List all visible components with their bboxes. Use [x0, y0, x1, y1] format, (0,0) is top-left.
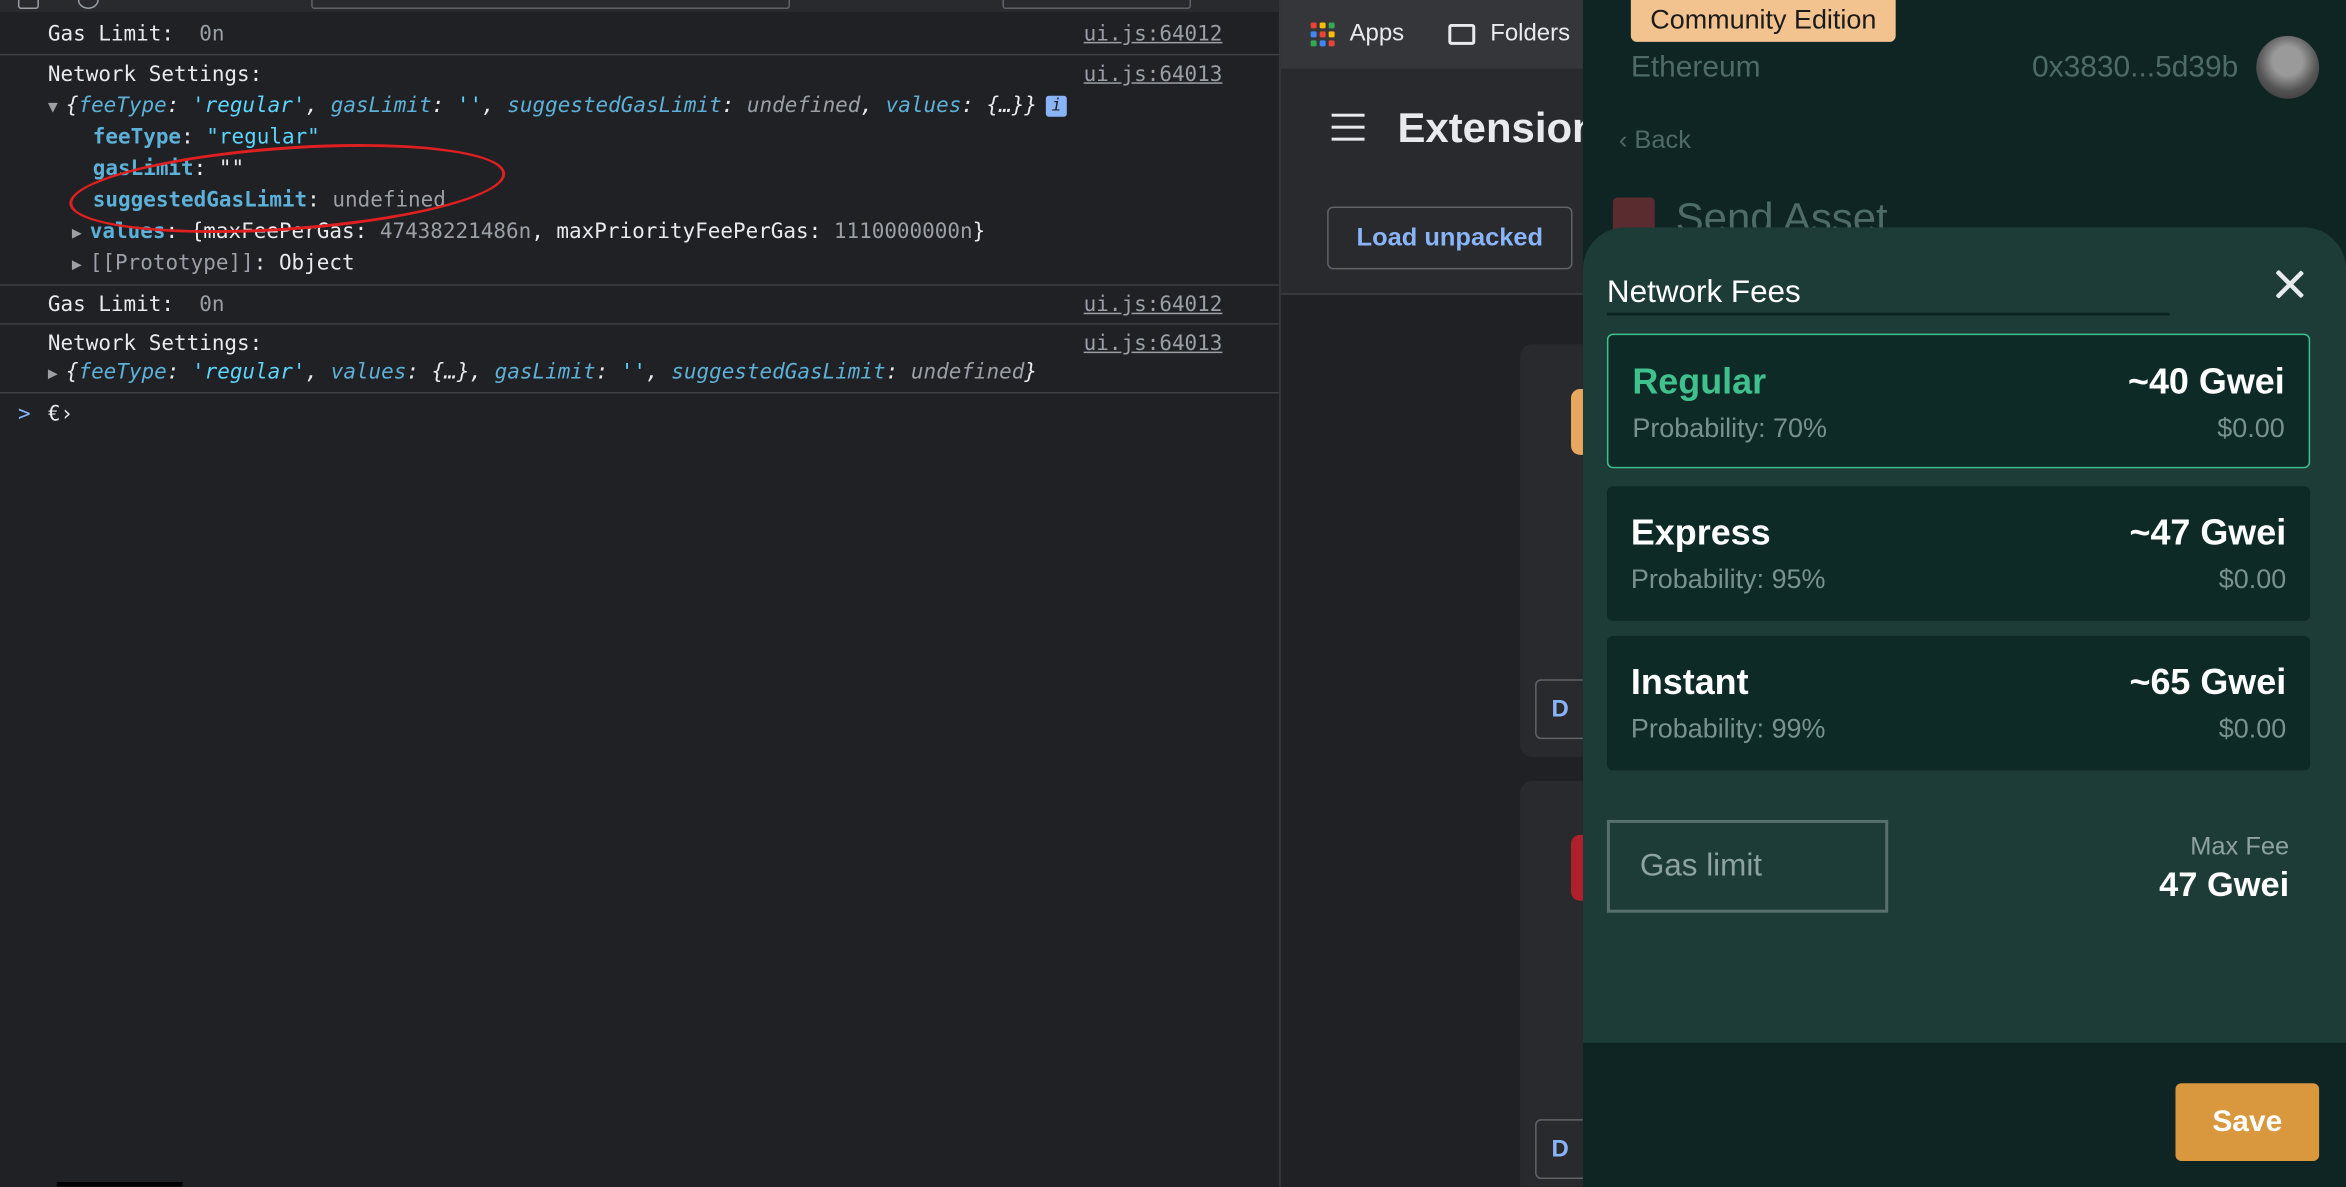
console-message: Gas Limit: 0n ui.js:64012	[0, 15, 1279, 54]
fee-option-instant[interactable]: Instant Probability: 99% ~65 Gwei $0.00	[1606, 635, 2311, 771]
save-button[interactable]: Save	[2175, 1083, 2320, 1162]
sheet-title: Network Fees	[1606, 275, 1801, 310]
fee-gwei: ~47 Gwei	[2129, 513, 2287, 554]
object-summary[interactable]: ▼ {feeType: 'regular', gasLimit: '', sugg…	[48, 94, 1067, 118]
expand-caret-icon[interactable]: ▶	[72, 223, 90, 242]
fee-name: Instant	[1630, 662, 1749, 704]
close-icon[interactable]	[2271, 266, 2307, 302]
sidebar-toggle-icon[interactable]	[17, 0, 39, 9]
devtools-console: Gas Limit: 0n ui.js:64012 Network Settin…	[0, 0, 1281, 1187]
bookmark-apps[interactable]: Apps	[1310, 20, 1405, 48]
source-link[interactable]: ui.js:64013	[1084, 63, 1223, 87]
details-button[interactable]: D	[1535, 1119, 1583, 1180]
fee-probability: Probability: 99%	[1630, 713, 1826, 744]
console-prompt[interactable]: > €›	[0, 392, 1280, 438]
clear-console-icon[interactable]	[77, 0, 99, 9]
fee-usd: $0.00	[2218, 564, 2287, 594]
log-text: Gas Limit:	[47, 22, 175, 47]
menu-icon[interactable]	[1331, 113, 1365, 141]
fee-gwei: ~40 Gwei	[2127, 362, 2285, 403]
log-value: 0n	[199, 22, 225, 47]
folder-icon	[1448, 23, 1476, 45]
prompt-chevron-icon: >	[17, 402, 31, 427]
bookmark-folders[interactable]: Folders	[1448, 21, 1570, 48]
info-icon[interactable]: i	[1045, 95, 1067, 117]
page-title: Extensions	[1397, 104, 1583, 152]
network-fees-sheet: Network Fees Regular Probability: 70% ~4…	[1582, 227, 2346, 1043]
source-link[interactable]: ui.js:64013	[1084, 332, 1223, 356]
source-link[interactable]: ui.js:64012	[1084, 22, 1223, 46]
details-button[interactable]: D	[1535, 679, 1583, 740]
console-toolbar	[0, 0, 1280, 12]
console-message: Network Settings: ui.js:64013 ▶ {feeType:…	[0, 323, 1280, 393]
object-property-prototype[interactable]: ▶ [[Prototype]]: Object	[72, 251, 355, 275]
console-message: Gas Limit: 0n ui.js:64012	[0, 284, 1280, 324]
extension-logo	[1571, 834, 1583, 901]
extension-logo	[1571, 389, 1583, 455]
fee-usd: $0.00	[2218, 713, 2287, 744]
expand-caret-icon[interactable]: ▶	[72, 254, 90, 273]
title-divider	[1606, 312, 2170, 316]
fee-name: Regular	[1632, 362, 1767, 403]
edition-badge: Community Edition	[1630, 0, 1896, 42]
network-name[interactable]: Ethereum	[1631, 51, 1761, 85]
log-text: Network Settings:	[47, 332, 263, 357]
wallet-popup: Community Edition Ethereum 0x3830...5d39…	[1582, 0, 2346, 1187]
gas-limit-input[interactable]	[1606, 819, 1889, 913]
fee-gwei: ~65 Gwei	[2129, 662, 2287, 704]
fee-probability: Probability: 70%	[1632, 412, 1827, 443]
fee-usd: $0.00	[2217, 412, 2285, 443]
bookmark-label: Folders	[1490, 20, 1571, 47]
log-text: Gas Limit:	[47, 293, 175, 318]
chevron-left-icon: ‹	[1618, 125, 1635, 155]
fee-probability: Probability: 95%	[1630, 564, 1826, 594]
log-value: 0n	[199, 293, 225, 318]
log-text: Network Settings:	[47, 62, 263, 87]
account-address[interactable]: 0x3830...5d39b	[2032, 51, 2238, 85]
apps-grid-icon	[1310, 22, 1335, 47]
object-summary[interactable]: ▶ {feeType: 'regular', values: {…}, gasLi…	[48, 361, 1037, 385]
chrome-extensions-page: Apps Folders Extensions Load unpacked D …	[1280, 0, 1583, 1187]
expand-caret-icon[interactable]: ▶	[48, 364, 66, 383]
context-selector[interactable]	[311, 0, 790, 9]
back-link[interactable]: ‹ Back	[1619, 126, 1691, 156]
avatar[interactable]	[2256, 35, 2320, 99]
extension-card: D	[1520, 781, 1583, 1187]
expand-caret-icon[interactable]: ▼	[48, 97, 66, 116]
log-levels-dropdown[interactable]	[1002, 0, 1191, 9]
fee-name: Express	[1630, 513, 1771, 554]
fee-option-regular[interactable]: Regular Probability: 70% ~40 Gwei $0.00	[1606, 333, 2311, 469]
load-unpacked-button[interactable]: Load unpacked	[1327, 206, 1573, 270]
bookmarks-bar: Apps Folders	[1280, 0, 1583, 69]
max-fee-value: 47 Gwei	[2159, 864, 2290, 904]
bookmark-label: Apps	[1349, 20, 1405, 47]
source-link[interactable]: ui.js:64012	[1084, 293, 1223, 317]
extensions-toolbar: Load unpacked	[1280, 185, 1583, 295]
fee-option-express[interactable]: Express Probability: 95% ~47 Gwei $0.00	[1606, 486, 2311, 621]
prompt-input[interactable]: €›	[48, 402, 73, 426]
extensions-header: Extensions	[1280, 68, 1583, 188]
max-fee-label: Max Fee	[2190, 831, 2290, 861]
extension-card: D	[1520, 344, 1583, 758]
